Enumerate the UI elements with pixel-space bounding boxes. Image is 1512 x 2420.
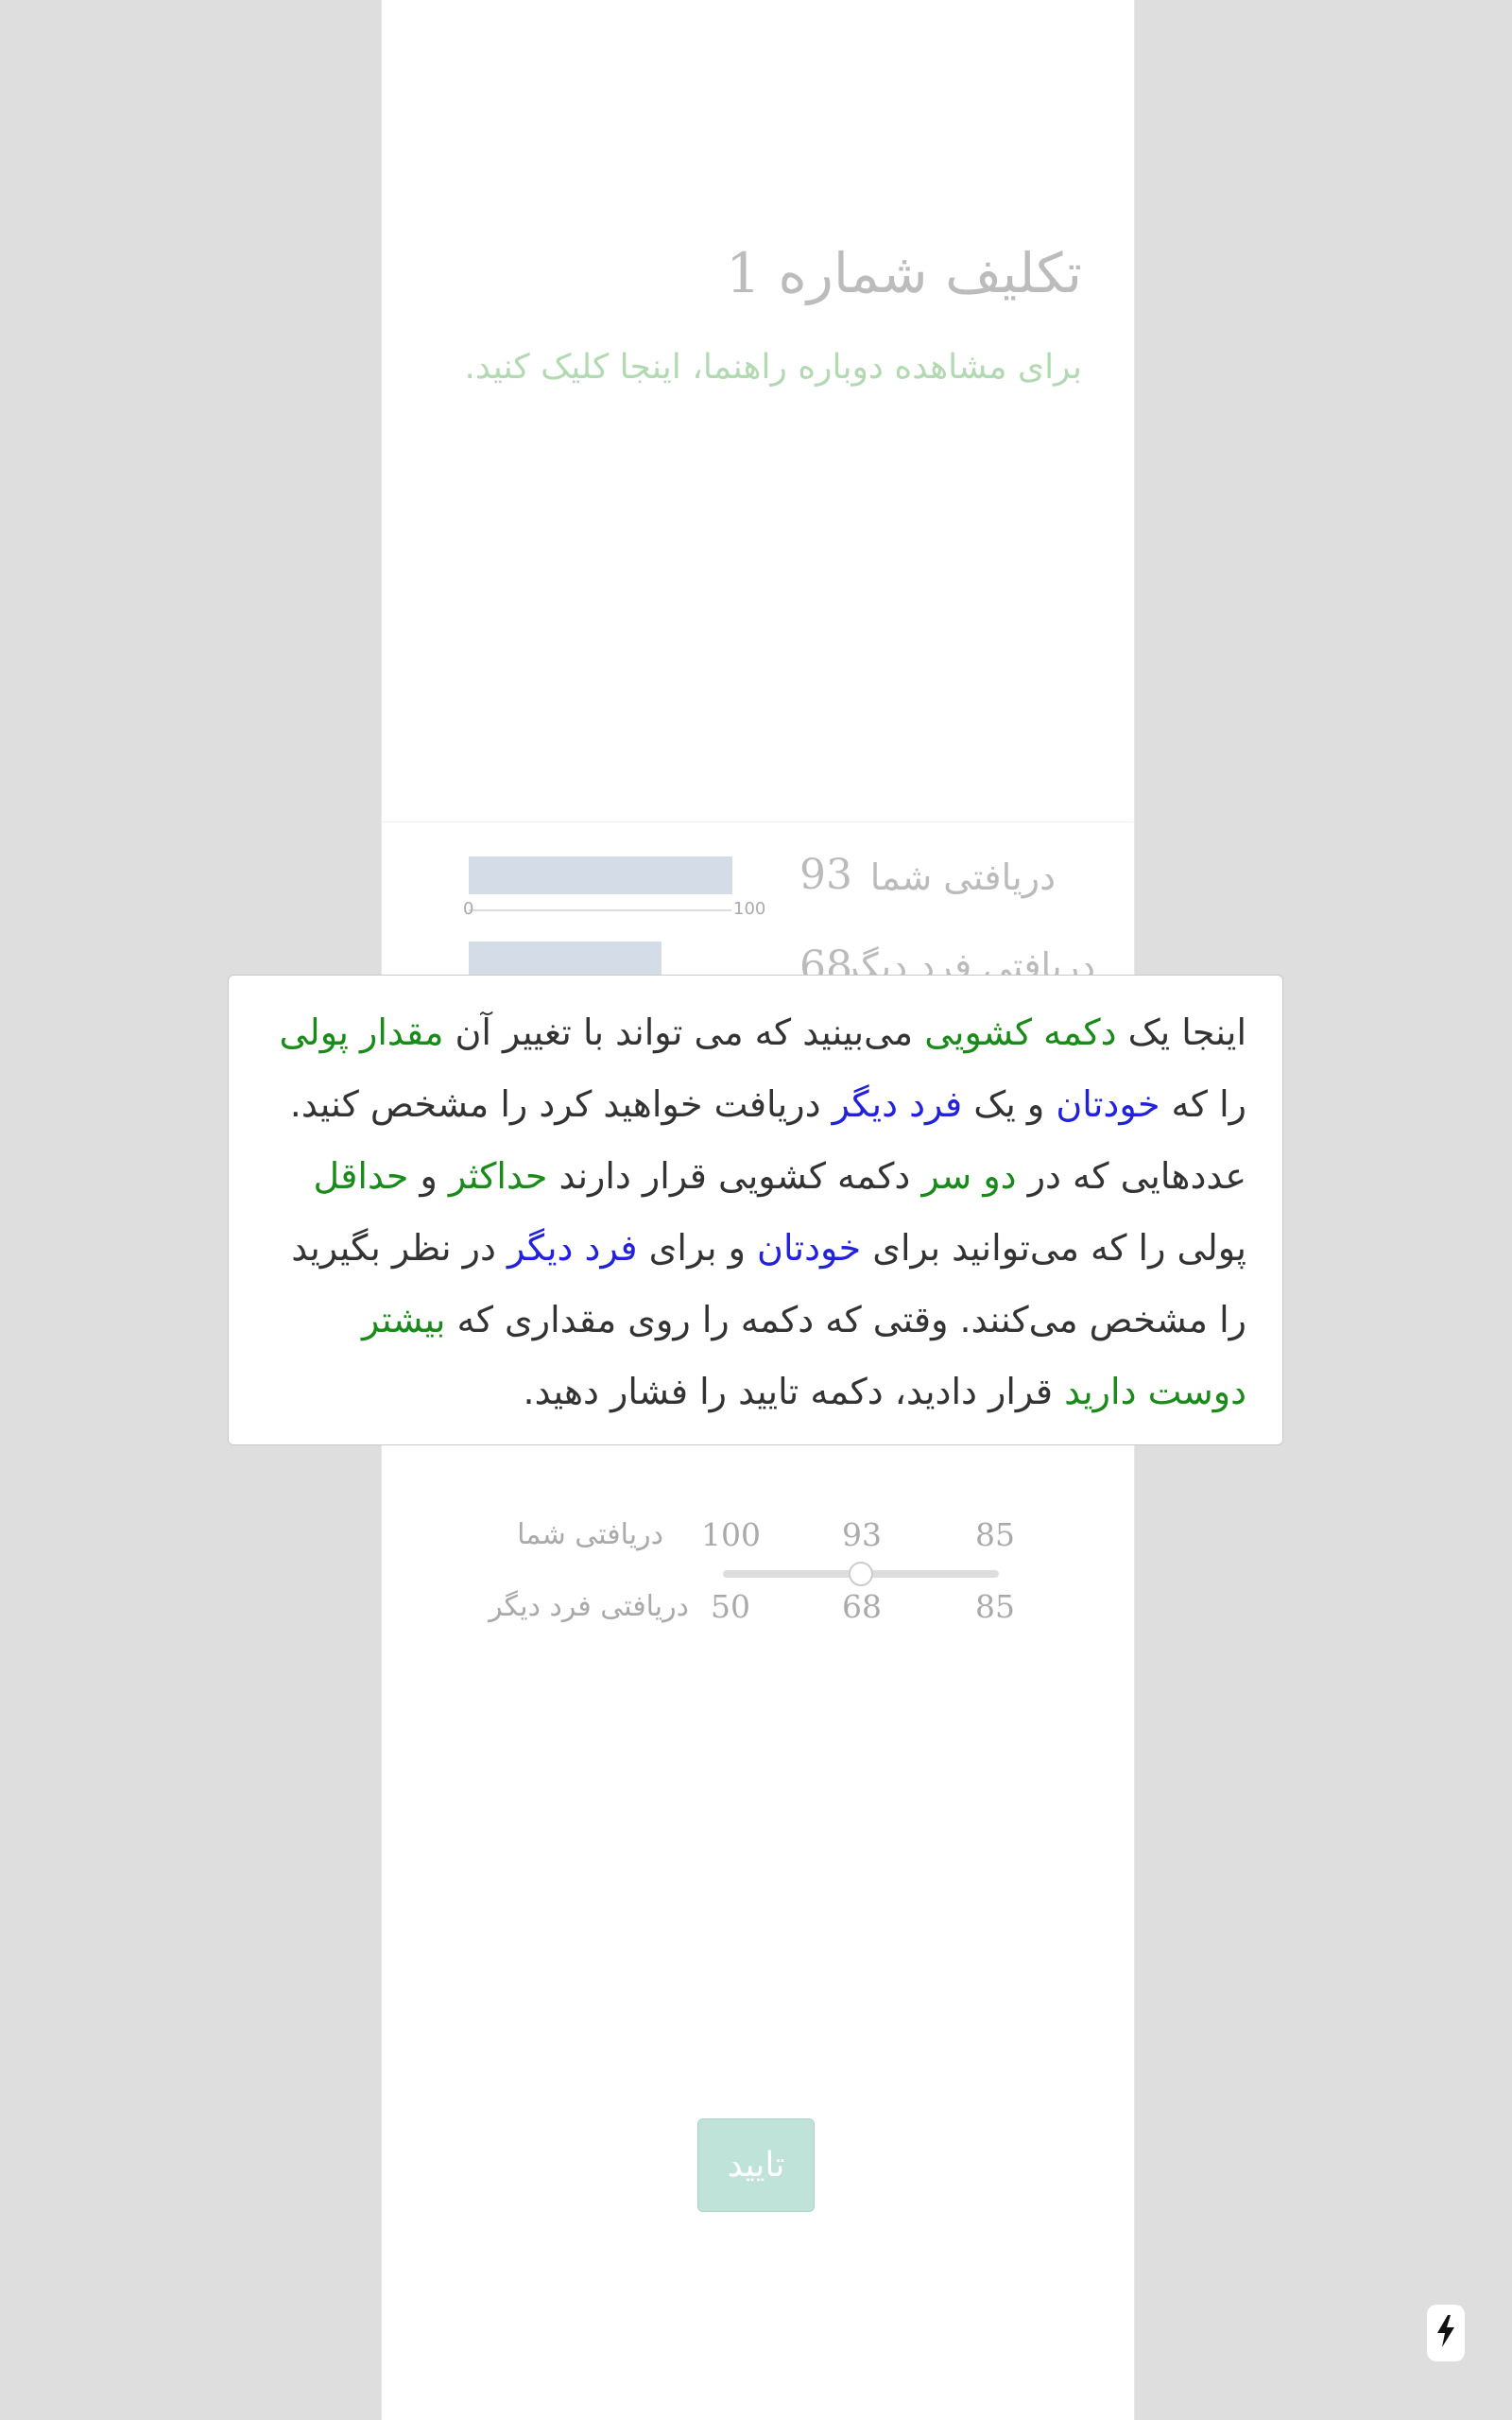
show-guide-link[interactable]: برای مشاهده دوباره راهنما، اینجا کلیک کن… bbox=[464, 348, 1082, 387]
floating-action-button[interactable] bbox=[1427, 2305, 1465, 2361]
axis-min-label: 0 bbox=[463, 899, 474, 919]
payoff-summary: دریافتی شما 93 0 100 دریافتی فرد دیگر 68 bbox=[381, 821, 1133, 991]
slider-self-right: 85 bbox=[975, 1516, 1015, 1553]
tip-highlight-yourself: خودتان bbox=[1056, 1083, 1160, 1125]
tip-text-13: و bbox=[408, 1155, 449, 1197]
tip-highlight-ends: دو سر bbox=[921, 1155, 1017, 1197]
tip-text-7: و یک bbox=[962, 1083, 1057, 1125]
tip-highlight-other-2: فرد دیگر bbox=[507, 1227, 638, 1269]
slider-other-left: 50 bbox=[711, 1588, 750, 1625]
tip-highlight-min: حداقل bbox=[313, 1155, 409, 1197]
guide-text: اینجا یک دکمه کشویی می‌بینید که می تواند… bbox=[265, 996, 1246, 1427]
tip-text-11: دکمه کشویی قرار دارند bbox=[547, 1155, 922, 1197]
allocation-slider: دریافتی شما 100 93 85 دریافتی فرد دیگر 5… bbox=[381, 1503, 1133, 1654]
tip-highlight-max: حداکثر bbox=[448, 1155, 548, 1197]
slider-other-right: 85 bbox=[975, 1588, 1015, 1625]
tip-text-5: را که bbox=[1160, 1083, 1246, 1125]
page-title: تکلیف شماره 1 bbox=[726, 241, 1082, 305]
self-payoff-bar bbox=[469, 856, 732, 894]
tip-text-15: پولی را که می‌توانید برای bbox=[861, 1227, 1246, 1269]
axis-max-label: 100 bbox=[733, 899, 766, 919]
slider-self-current: 93 bbox=[842, 1516, 882, 1553]
tip-highlight-amount: مقدار پولی bbox=[279, 1011, 444, 1053]
bolt-icon bbox=[1435, 2315, 1456, 2351]
slider-handle[interactable] bbox=[849, 1562, 873, 1586]
payoff-axis bbox=[469, 909, 731, 911]
slider-self-left: 100 bbox=[701, 1516, 761, 1553]
guide-tooltip: اینجا یک دکمه کشویی می‌بینید که می تواند… bbox=[228, 975, 1283, 1445]
tip-highlight-other: فرد دیگر bbox=[832, 1083, 963, 1125]
tip-highlight-yourself-2: خودتان bbox=[757, 1227, 862, 1269]
tip-text-3: می‌بینید که می تواند با تغییر آن bbox=[443, 1011, 925, 1053]
slider-self-label: دریافتی شما bbox=[517, 1518, 663, 1551]
self-payoff-label: دریافتی شما bbox=[869, 856, 1056, 898]
tip-text-17: و برای bbox=[637, 1227, 758, 1269]
tip-text-21: قرار دادید، دکمه تایید را فشار دهید. bbox=[523, 1371, 1065, 1412]
slider-other-current: 68 bbox=[842, 1588, 882, 1625]
tip-text-1: اینجا یک bbox=[1116, 1011, 1246, 1053]
other-payoff-bar bbox=[469, 942, 662, 979]
tip-highlight-slider: دکمه کشویی bbox=[924, 1011, 1117, 1053]
confirm-button[interactable]: تایید bbox=[697, 2118, 815, 2212]
self-payoff-value: 93 bbox=[799, 851, 852, 899]
slider-other-label: دریافتی فرد دیگر bbox=[489, 1590, 689, 1623]
